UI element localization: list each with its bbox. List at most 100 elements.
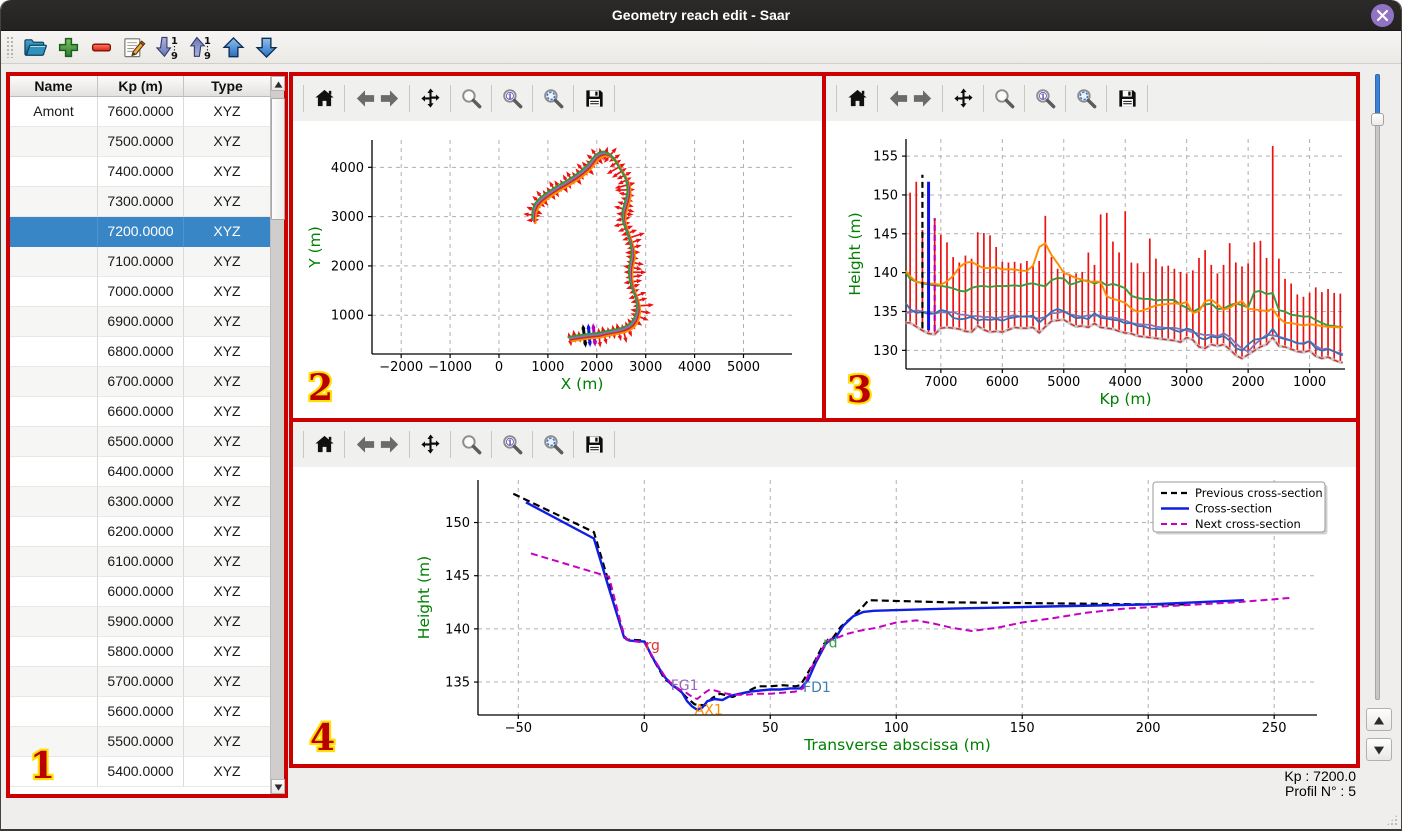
pan-button[interactable] bbox=[951, 85, 975, 113]
cell-name[interactable] bbox=[10, 157, 98, 187]
table-row[interactable]: 6000.0000 XYZ bbox=[10, 577, 270, 607]
cell-name[interactable] bbox=[10, 667, 98, 697]
cell-kp[interactable]: 6100.0000 bbox=[98, 547, 184, 577]
cell-kp[interactable]: 7300.0000 bbox=[98, 187, 184, 217]
open-button[interactable] bbox=[22, 34, 49, 61]
column-header-name[interactable]: Name bbox=[10, 76, 98, 96]
save-button[interactable] bbox=[1115, 85, 1139, 113]
table-row[interactable]: 7100.0000 XYZ bbox=[10, 247, 270, 277]
cell-type[interactable]: XYZ bbox=[184, 757, 270, 787]
cell-name[interactable] bbox=[10, 577, 98, 607]
zoom-one-button[interactable] bbox=[500, 85, 524, 113]
profile-position-slider[interactable] bbox=[1371, 74, 1385, 700]
table-row[interactable]: 6800.0000 XYZ bbox=[10, 337, 270, 367]
close-button[interactable] bbox=[1371, 4, 1394, 27]
cell-type[interactable]: XYZ bbox=[184, 667, 270, 697]
cell-name[interactable] bbox=[10, 367, 98, 397]
pan-button[interactable] bbox=[418, 431, 442, 459]
cell-kp[interactable]: 6400.0000 bbox=[98, 457, 184, 487]
sort-descending-button[interactable] bbox=[187, 34, 214, 61]
cell-name[interactable]: Amont bbox=[10, 97, 98, 127]
column-header-type[interactable]: Type bbox=[184, 76, 270, 96]
remove-button[interactable] bbox=[88, 34, 115, 61]
cell-type[interactable]: XYZ bbox=[184, 547, 270, 577]
cell-type[interactable]: XYZ bbox=[184, 277, 270, 307]
table-row[interactable]: 5400.0000 XYZ bbox=[10, 757, 270, 787]
cell-type[interactable]: XYZ bbox=[184, 637, 270, 667]
table-scrollbar[interactable] bbox=[270, 76, 285, 794]
cell-kp[interactable]: 6600.0000 bbox=[98, 397, 184, 427]
table-row[interactable]: 6100.0000 XYZ bbox=[10, 547, 270, 577]
cell-type[interactable]: XYZ bbox=[184, 367, 270, 397]
table-row[interactable]: 6700.0000 XYZ bbox=[10, 367, 270, 397]
cell-type[interactable]: XYZ bbox=[184, 577, 270, 607]
cell-kp[interactable]: 6900.0000 bbox=[98, 307, 184, 337]
cell-name[interactable] bbox=[10, 637, 98, 667]
sort-ascending-button[interactable] bbox=[154, 34, 181, 61]
table-row[interactable]: Amont 7600.0000 XYZ bbox=[10, 97, 270, 127]
table-row[interactable]: 7200.0000 XYZ bbox=[10, 217, 270, 247]
zoom-one-button[interactable] bbox=[1033, 85, 1057, 113]
edit-button[interactable] bbox=[121, 34, 148, 61]
toolbar-drag-handle[interactable] bbox=[6, 36, 13, 58]
zoom-button[interactable] bbox=[459, 85, 483, 113]
zoom-button[interactable] bbox=[992, 85, 1016, 113]
cell-kp[interactable]: 6700.0000 bbox=[98, 367, 184, 397]
pan-button[interactable] bbox=[418, 85, 442, 113]
cell-kp[interactable]: 5500.0000 bbox=[98, 727, 184, 757]
table-row[interactable]: 6400.0000 XYZ bbox=[10, 457, 270, 487]
cell-type[interactable]: XYZ bbox=[184, 517, 270, 547]
cell-kp[interactable]: 6500.0000 bbox=[98, 427, 184, 457]
profile-down-button[interactable] bbox=[1366, 738, 1392, 761]
cell-type[interactable]: XYZ bbox=[184, 397, 270, 427]
cell-name[interactable] bbox=[10, 127, 98, 157]
cell-type[interactable]: XYZ bbox=[184, 187, 270, 217]
move-up-button[interactable] bbox=[220, 34, 247, 61]
table-row[interactable]: 5900.0000 XYZ bbox=[10, 607, 270, 637]
cell-type[interactable]: XYZ bbox=[184, 127, 270, 157]
titlebar[interactable]: Geometry reach edit - Saar bbox=[1, 0, 1401, 31]
cell-type[interactable]: XYZ bbox=[184, 157, 270, 187]
cell-type[interactable]: XYZ bbox=[184, 427, 270, 457]
home-button[interactable] bbox=[312, 431, 336, 459]
cell-name[interactable] bbox=[10, 247, 98, 277]
slider-track[interactable] bbox=[1375, 74, 1380, 700]
table-row[interactable]: 5500.0000 XYZ bbox=[10, 727, 270, 757]
cell-name[interactable] bbox=[10, 517, 98, 547]
resize-grip[interactable] bbox=[1386, 814, 1398, 826]
cell-name[interactable] bbox=[10, 757, 98, 787]
home-button[interactable] bbox=[312, 85, 336, 113]
scroll-down-button[interactable] bbox=[271, 779, 285, 794]
table-row[interactable]: 6900.0000 XYZ bbox=[10, 307, 270, 337]
cell-type[interactable]: XYZ bbox=[184, 607, 270, 637]
cell-kp[interactable]: 7100.0000 bbox=[98, 247, 184, 277]
table-row[interactable]: 7300.0000 XYZ bbox=[10, 187, 270, 217]
cell-name[interactable] bbox=[10, 487, 98, 517]
zoom-one-button[interactable] bbox=[500, 431, 524, 459]
cell-name[interactable] bbox=[10, 547, 98, 577]
forward-button[interactable] bbox=[377, 431, 401, 459]
cell-kp[interactable]: 7000.0000 bbox=[98, 277, 184, 307]
cross-section-canvas[interactable]: −50 0 50 100 150 200 250 135 140 145 150 Transverse… bbox=[293, 467, 1356, 764]
scroll-up-button[interactable] bbox=[271, 76, 285, 91]
cell-kp[interactable]: 5700.0000 bbox=[98, 667, 184, 697]
move-down-button[interactable] bbox=[253, 34, 280, 61]
table-row[interactable]: 7400.0000 XYZ bbox=[10, 157, 270, 187]
zoom-button[interactable] bbox=[459, 431, 483, 459]
cell-type[interactable]: XYZ bbox=[184, 487, 270, 517]
cell-kp[interactable]: 5800.0000 bbox=[98, 637, 184, 667]
cell-name[interactable] bbox=[10, 337, 98, 367]
back-button[interactable] bbox=[353, 85, 377, 113]
add-button[interactable] bbox=[55, 34, 82, 61]
cell-kp[interactable]: 6800.0000 bbox=[98, 337, 184, 367]
plan-view-canvas[interactable]: −2000 −1000 0 1000 2000 3000 4000 5000 1000 2000 3… bbox=[293, 121, 822, 418]
cell-type[interactable]: XYZ bbox=[184, 247, 270, 277]
table-row[interactable]: 7500.0000 XYZ bbox=[10, 127, 270, 157]
cell-type[interactable]: XYZ bbox=[184, 727, 270, 757]
cell-kp[interactable]: 6000.0000 bbox=[98, 577, 184, 607]
table-row[interactable]: 5600.0000 XYZ bbox=[10, 697, 270, 727]
slider-handle[interactable] bbox=[1371, 113, 1384, 126]
table-row[interactable]: 6200.0000 XYZ bbox=[10, 517, 270, 547]
cell-kp[interactable]: 6200.0000 bbox=[98, 517, 184, 547]
table-row[interactable]: 5700.0000 XYZ bbox=[10, 667, 270, 697]
